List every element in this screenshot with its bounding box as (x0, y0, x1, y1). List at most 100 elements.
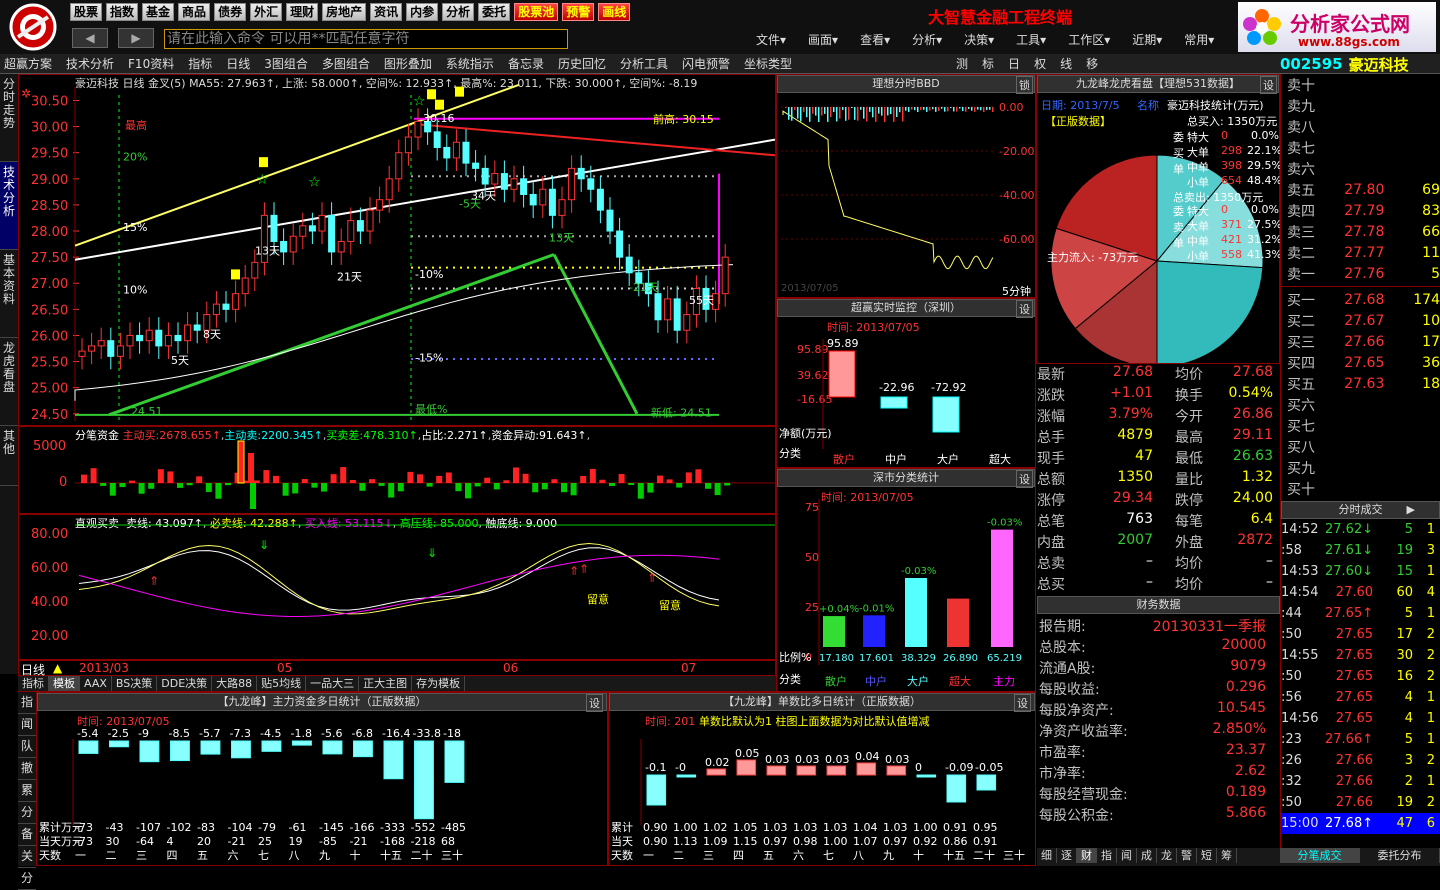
period-marker-icon[interactable]: ▲ (53, 661, 62, 675)
menu-common[interactable]: 常用▾ (1184, 31, 1214, 48)
toolbar-item[interactable]: 图形叠加 (380, 55, 436, 72)
toolbar-item[interactable]: 权 (1030, 55, 1050, 72)
tab-ma5[interactable]: 贴5均线 (257, 676, 307, 691)
bar (109, 740, 129, 748)
menu-decision[interactable]: 决策▾ (964, 31, 994, 48)
toolbar-item[interactable]: 3图组合 (260, 55, 312, 72)
toolbar-item[interactable]: 系统指示 (442, 55, 498, 72)
classify-cat: 超大 (949, 674, 971, 688)
buy-sell-chart[interactable]: ⇑⇑ ⇑⇑⇓⇓ (19, 515, 775, 659)
stock-pool-button[interactable]: 股票池 (514, 3, 559, 21)
menu-button[interactable]: 债券 (214, 3, 247, 21)
tab-bs[interactable]: BS决策 (112, 676, 158, 691)
tab-fundamental[interactable]: 基本资料 (0, 250, 18, 338)
menu-view[interactable]: 查看▾ (860, 31, 890, 48)
toolbar-item[interactable]: 超赢方案 (0, 55, 56, 72)
btab[interactable]: 队 (18, 736, 36, 758)
menu-tools[interactable]: 工具▾ (1016, 31, 1046, 48)
toolbar-item[interactable]: 测 (952, 55, 972, 72)
btab[interactable]: 闻 (18, 714, 36, 736)
toolbar-item[interactable]: 历史回忆 (554, 55, 610, 72)
menu-workspace[interactable]: 工作区▾ (1068, 31, 1110, 48)
btab[interactable]: 关 (18, 846, 36, 868)
menu-button[interactable]: 理财 (286, 3, 319, 21)
tab-ticks[interactable]: 分笔成交 (1280, 848, 1360, 863)
tab-template[interactable]: 模板 (49, 676, 80, 691)
tab-zhengda[interactable]: 正大主图 (359, 676, 413, 691)
tab-yipin[interactable]: 一品大三 (306, 676, 360, 691)
menu-button[interactable]: 房地产 (322, 3, 367, 21)
alert-button[interactable]: 预警 (562, 3, 595, 21)
rtab[interactable]: 警 (1177, 848, 1197, 863)
toolbar-item[interactable]: 日线 (222, 55, 254, 72)
menu-button[interactable]: 分析 (442, 3, 475, 21)
rtab[interactable]: 闻 (1117, 848, 1137, 863)
menu-button[interactable]: 商品 (178, 3, 211, 21)
toolbar-item[interactable]: 多图组合 (318, 55, 374, 72)
menu-button[interactable]: 资讯 (370, 3, 403, 21)
tab-dragon[interactable]: 龙虎看盘 (0, 338, 18, 426)
rtab[interactable]: 细 (1037, 848, 1057, 863)
tab-indicator[interactable]: 指标 (18, 676, 49, 691)
tab-dalu[interactable]: 大路88 (212, 676, 258, 691)
menu-button[interactable]: 委托 (478, 3, 511, 21)
toolbar-item[interactable]: 线 (1056, 55, 1076, 72)
forward-arrow-icon[interactable]: ▶ (118, 28, 154, 48)
menu-button[interactable]: 基金 (142, 3, 175, 21)
monitor-cat-label: 分类 (779, 447, 801, 460)
btab[interactable]: 备 (18, 824, 36, 846)
rtab[interactable]: 龙 (1157, 848, 1177, 863)
menu-file[interactable]: 文件▾ (756, 31, 786, 48)
draw-line-button[interactable]: 画线 (598, 3, 631, 21)
rtab[interactable]: 成 (1137, 848, 1157, 863)
monitor-chart[interactable]: 95.8939.62-16.6595.89-22.96 -72.92散户 中户 大户超… (777, 299, 1035, 467)
menu-analysis[interactable]: 分析▾ (912, 31, 942, 48)
menu-button[interactable]: 指数 (106, 3, 139, 21)
btab[interactable]: 分 (18, 868, 36, 890)
info-value: 2872 (1237, 532, 1273, 548)
menu-recent[interactable]: 近期▾ (1132, 31, 1162, 48)
fund-bar (263, 470, 270, 483)
btab[interactable]: 分 (18, 802, 36, 824)
menu-button[interactable]: 内参 (406, 3, 439, 21)
tab-save-template[interactable]: 存为模板 (412, 676, 466, 691)
tab-technical[interactable]: 技术分析 (0, 162, 18, 250)
btab[interactable]: 撤 (18, 758, 36, 780)
menu-button[interactable]: 股票 (70, 3, 103, 21)
bbd-axis-label: -40.00 (999, 189, 1034, 202)
tab-intraday[interactable]: 分时走势 (0, 74, 18, 162)
toolbar-item[interactable]: 指标 (184, 55, 216, 72)
toolbar-item[interactable]: 技术分析 (62, 55, 118, 72)
command-input[interactable]: 请在此输入命令 可以用**匹配任意字符 (164, 29, 568, 49)
rtab[interactable]: 逐 (1057, 848, 1077, 863)
rtab[interactable]: 指 (1097, 848, 1117, 863)
toolbar-item[interactable]: 闪电预警 (678, 55, 734, 72)
rtab[interactable]: 短 (1197, 848, 1217, 863)
tab-order-dist[interactable]: 委托分布 (1360, 848, 1440, 863)
toolbar-item[interactable]: 移 (1082, 55, 1102, 72)
btab[interactable]: 累 (18, 780, 36, 802)
toolbar-item[interactable]: 备忘录 (504, 55, 548, 72)
bbd-chart[interactable]: 0.00 -20.00 -40.00 -60.00 (777, 75, 1035, 297)
tab-aax[interactable]: AAX (80, 676, 112, 691)
fund-flow-chart[interactable] (19, 427, 775, 513)
back-arrow-icon[interactable]: ◀ (72, 28, 108, 48)
toolbar-item[interactable]: F10资料 (124, 55, 178, 72)
count-ratio-chart[interactable]: -0.1 -0 0.02 0.05 0.03 0.03 0.03 0.04 0.03 0 -0.09… (609, 693, 1035, 865)
toolbar-item[interactable]: 分析工具 (616, 55, 672, 72)
classify-chart[interactable]: 7550250 17.180 17.601 38.329 26.890 65.219+0.… (777, 469, 1035, 691)
btab[interactable]: 指 (18, 692, 36, 714)
menu-button[interactable]: 外汇 (250, 3, 283, 21)
rtab[interactable]: 财 (1077, 848, 1097, 863)
ticks-expand-icon[interactable]: ▶ (1407, 502, 1415, 518)
tab-dde[interactable]: DDE决策 (157, 676, 213, 691)
tab-other[interactable]: 其他 (0, 426, 18, 486)
toolbar-item[interactable]: 标 (978, 55, 998, 72)
kline-chart[interactable]: 30.50 30.00 29.50 29.00 28.50 28.00 27.50 27.00… (19, 75, 775, 425)
toolbar-item[interactable]: 日 (1004, 55, 1024, 72)
toolbar-item[interactable]: 坐标类型 (740, 55, 796, 72)
menu-view-screen[interactable]: 画面▾ (808, 31, 838, 48)
row-value: 0.91 (943, 821, 968, 834)
rtab[interactable]: 筹 (1217, 848, 1237, 863)
main-fund-chart[interactable]: -5.4 -2.5 -9 -8.5 -5.7 -7.3 -4.5 -1.8 -5.6 -6.8 -1… (37, 693, 607, 865)
